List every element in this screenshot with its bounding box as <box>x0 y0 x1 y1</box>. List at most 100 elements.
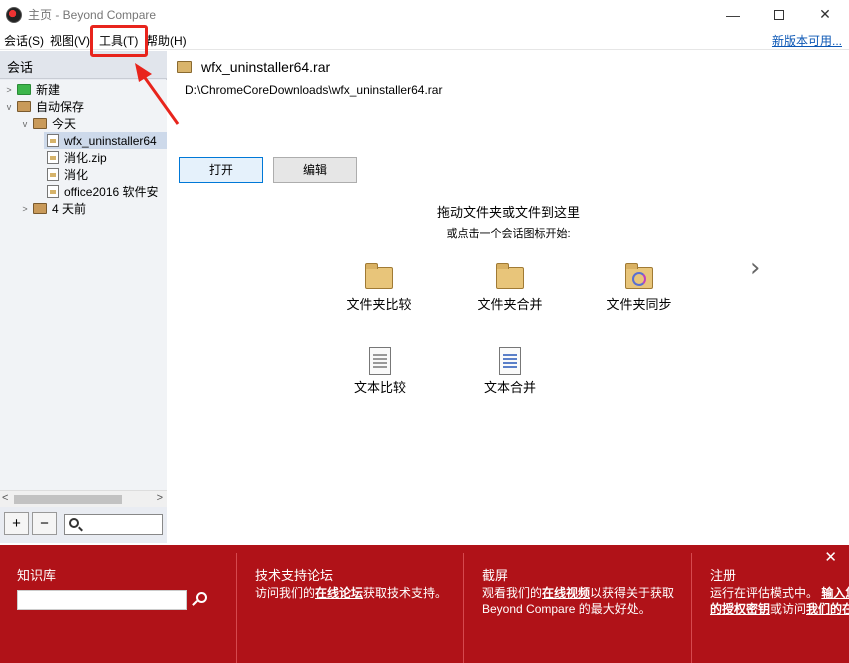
column-divider <box>691 553 692 663</box>
text-compare-tile[interactable]: 文本比较 <box>320 347 440 396</box>
box-icon <box>33 118 47 129</box>
screencast-text: 观看我们的在线视频以获得关于获取 Beyond Compare 的最大好处。 <box>482 585 674 617</box>
tree-item-session[interactable]: wfx_uninstaller64 <box>44 132 167 149</box>
visit-our-link[interactable]: 我们的在 <box>806 602 849 616</box>
folder-sync-tile[interactable]: 文件夹同步 <box>579 263 699 313</box>
text-merge-tile[interactable]: 文本合并 <box>450 347 570 396</box>
tree-item-label: 4 天前 <box>52 202 87 216</box>
tile-label: 文件夹比较 <box>346 297 412 312</box>
session-file-path: D:\ChromeCoreDownloads\wfx_uninstaller64… <box>185 83 443 97</box>
folder-compare-icon <box>364 263 394 290</box>
screencast-text-pre: 观看我们的 <box>482 586 543 600</box>
minimize-button[interactable]: — <box>710 0 756 29</box>
chevron-down-icon[interactable]: v <box>20 119 30 129</box>
screencast-text-line2: Beyond Compare 的最大好处。 <box>482 602 651 616</box>
forum-text-post: 获取技术支持。 <box>363 586 448 600</box>
tile-label: 文件夹合并 <box>477 297 543 312</box>
tree-item-autosave[interactable]: v 自动保存 <box>4 98 84 115</box>
remove-session-button[interactable]: − <box>32 512 57 535</box>
tree-item-label: office2016 软件安 <box>64 185 159 199</box>
info-banner: ✕ 知识库 技术支持论坛 访问我们的在线论坛获取技术支持。 截屏 观看我们的在线… <box>0 545 849 663</box>
tree-item-session[interactable]: office2016 软件安 <box>44 183 167 200</box>
add-session-button[interactable]: + <box>4 512 29 535</box>
window-title: 主页 - Beyond Compare <box>28 8 157 22</box>
chevron-right-icon[interactable]: › <box>750 253 760 283</box>
tree-item-label: 新建 <box>36 83 61 97</box>
close-button[interactable]: ✕ <box>802 0 848 29</box>
maximize-button[interactable] <box>756 0 802 29</box>
register-text: 运行在评估模式中。 输入您的授权密钥或访问我们的在 <box>710 585 849 617</box>
tile-label: 文件夹同步 <box>606 297 672 312</box>
chevron-down-icon[interactable]: v <box>4 102 14 112</box>
screencast-text-post: 以获得关于获取 <box>590 586 675 600</box>
license-key-link[interactable]: 的授权密钥 <box>710 602 770 616</box>
folder-merge-icon <box>495 263 525 290</box>
online-forum-link[interactable]: 在线论坛 <box>315 586 363 600</box>
screencast-title: 截屏 <box>482 568 509 583</box>
menu-view[interactable]: 视图(V) <box>50 32 90 49</box>
session-search-input[interactable] <box>64 514 163 535</box>
scroll-left-icon[interactable]: < <box>2 492 8 504</box>
knowledge-base-title: 知识库 <box>17 568 57 583</box>
box-icon <box>33 203 47 214</box>
update-available-link[interactable]: 新版本可用... <box>772 32 842 49</box>
enter-key-link[interactable]: 输入您 <box>821 586 849 600</box>
tree-item-session[interactable]: 消化 <box>44 166 88 183</box>
annotation-highlight-box <box>90 25 148 57</box>
session-file-name: wfx_uninstaller64.rar <box>201 59 331 75</box>
tree-item-label: wfx_uninstaller64 <box>64 133 157 148</box>
column-divider <box>236 553 237 663</box>
archive-file-icon <box>47 185 59 198</box>
forum-title: 技术支持论坛 <box>255 568 334 583</box>
text-compare-icon <box>365 347 395 375</box>
forum-text-pre: 访问我们的 <box>255 586 316 600</box>
tree-item-label: 消化 <box>64 168 89 182</box>
forum-text: 访问我们的在线论坛获取技术支持。 <box>255 585 447 601</box>
archive-file-icon <box>47 151 59 164</box>
tree-item-session[interactable]: 消化.zip <box>44 149 107 166</box>
banner-close-button[interactable]: ✕ <box>824 548 837 566</box>
box-icon <box>17 101 31 112</box>
folder-merge-tile[interactable]: 文件夹合并 <box>450 263 570 313</box>
drop-sub-hint: 或点击一个会话图标开始: <box>446 228 571 240</box>
text-merge-icon <box>495 347 525 375</box>
online-video-link[interactable]: 在线视频 <box>542 586 590 600</box>
open-button[interactable]: 打开 <box>179 157 263 183</box>
selected-session-title: wfx_uninstaller64.rar <box>177 59 330 75</box>
scroll-right-icon[interactable]: > <box>157 492 163 504</box>
app-logo-icon <box>6 6 22 23</box>
drop-hint: 拖动文件夹或文件到这里 <box>436 205 580 220</box>
chevron-right-icon[interactable]: > <box>20 204 30 214</box>
folder-sync-icon <box>624 263 654 290</box>
scrollbar-thumb[interactable] <box>14 495 122 504</box>
folder-compare-tile[interactable]: 文件夹比较 <box>319 263 439 313</box>
tile-label: 文本合并 <box>483 380 536 395</box>
edit-button[interactable]: 编辑 <box>273 157 357 183</box>
tree-item-4-days-ago[interactable]: > 4 天前 <box>20 200 86 217</box>
register-text-mid: 或访问 <box>770 602 807 616</box>
new-session-icon <box>17 84 31 95</box>
tree-item-label: 今天 <box>52 117 77 131</box>
tile-label: 文本比较 <box>353 380 406 395</box>
sessions-panel: 会话 > 新建 v 自动保存 v 今天 wfx_uninstaller64 消化… <box>0 51 167 543</box>
tree-item-label: 消化.zip <box>64 151 107 165</box>
archive-file-icon <box>47 168 59 181</box>
register-title: 注册 <box>710 568 737 583</box>
session-toolbar: + − <box>0 507 167 543</box>
horizontal-scrollbar[interactable]: < > <box>0 490 167 507</box>
tree-item-new[interactable]: > 新建 <box>4 81 60 98</box>
session-tree: > 新建 v 自动保存 v 今天 wfx_uninstaller64 消化.zi… <box>0 80 167 490</box>
home-view: wfx_uninstaller64.rar D:\ChromeCoreDownl… <box>168 51 849 543</box>
tree-item-today[interactable]: v 今天 <box>20 115 76 132</box>
column-divider <box>463 553 464 663</box>
maximize-icon <box>774 9 784 20</box>
search-icon <box>69 518 79 528</box>
knowledge-base-search-input[interactable] <box>17 590 187 610</box>
tree-item-label: 自动保存 <box>36 100 85 114</box>
menu-help[interactable]: 帮助(H) <box>146 32 187 49</box>
register-text-pre: 运行在评估模式中。 <box>710 586 819 600</box>
chevron-right-icon[interactable]: > <box>4 85 14 95</box>
folder-icon <box>177 61 192 73</box>
search-icon[interactable] <box>196 592 207 603</box>
menu-session[interactable]: 会话(S) <box>4 32 44 49</box>
